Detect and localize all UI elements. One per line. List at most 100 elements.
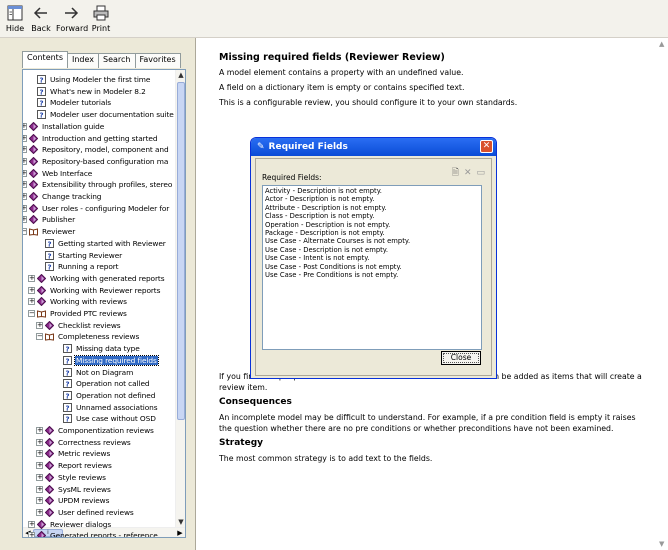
expand-icon[interactable]: +	[23, 204, 27, 212]
tree-item[interactable]: ? Starting Reviewer	[45, 250, 123, 261]
expand-icon[interactable]: +	[36, 321, 43, 329]
back-button[interactable]: Back	[30, 3, 52, 37]
expand-icon[interactable]: +	[23, 146, 27, 154]
tree-item[interactable]: Introduction and getting started	[29, 133, 158, 144]
expand-icon[interactable]: +	[28, 286, 35, 294]
tree-item[interactable]: ? Modeler user documentation suite	[37, 109, 175, 120]
tree-item[interactable]: Repository-based configuration ma	[29, 156, 169, 167]
tab-search[interactable]: Search	[98, 53, 136, 68]
expand-icon[interactable]: +	[36, 508, 43, 516]
tree-item[interactable]: Provided PTC reviews	[37, 308, 128, 319]
tree-item-label: Generated reports - reference	[50, 531, 158, 538]
tree-item[interactable]: User roles - configuring Modeler for	[29, 203, 170, 214]
dialog-close-button: Close	[441, 351, 481, 365]
tree-item[interactable]: Repository, model, component and	[29, 144, 170, 155]
tree-item[interactable]: ? Getting started with Reviewer	[45, 238, 167, 249]
svg-text:?: ?	[40, 76, 44, 84]
expand-icon[interactable]: +	[36, 485, 43, 493]
tree-item[interactable]: Extensibility through profiles, stereo	[29, 179, 173, 190]
dialog-title: Required Fields	[268, 141, 348, 152]
tab-index[interactable]: Index	[66, 53, 100, 68]
scroll-down-icon[interactable]: ▼	[176, 517, 185, 527]
tree-item[interactable]: Componentization reviews	[45, 425, 155, 436]
expand-icon[interactable]: +	[23, 122, 27, 130]
expand-icon[interactable]: +	[23, 193, 27, 200]
expand-icon[interactable]: +	[36, 473, 43, 481]
expand-icon[interactable]: +	[36, 450, 43, 458]
required-field-item: Class - Description is not empty.	[265, 212, 375, 221]
help-page-icon: ?	[63, 367, 72, 377]
tree-item[interactable]: ? What's new in Modeler 8.2	[37, 86, 147, 97]
tree-item[interactable]: ? Operation not defined	[63, 390, 156, 401]
tree-item[interactable]: ? Modeler tutorials	[37, 97, 112, 108]
tree-item-label: What's new in Modeler 8.2	[50, 86, 146, 96]
scroll-thumb[interactable]	[177, 82, 185, 420]
properties-icon: ▭	[476, 168, 485, 178]
expand-icon[interactable]: +	[23, 181, 27, 189]
expand-icon[interactable]: +	[36, 427, 43, 434]
expand-icon[interactable]: +	[23, 169, 27, 177]
tree-item[interactable]: Report reviews	[45, 460, 113, 471]
book-icon	[29, 156, 38, 166]
scroll-right-icon[interactable]: ▶	[175, 528, 185, 537]
svg-text:?: ?	[40, 111, 44, 119]
tree-item[interactable]: Reviewer	[29, 226, 76, 237]
expand-icon[interactable]: +	[23, 134, 27, 142]
tree-item[interactable]: ? Operation not called	[63, 378, 151, 389]
expand-icon[interactable]: +	[28, 298, 35, 306]
tree-item[interactable]: Completeness reviews	[45, 331, 140, 342]
scroll-up-icon[interactable]: ▲	[176, 70, 185, 80]
book-icon	[29, 192, 38, 201]
forward-button[interactable]: Forward	[56, 3, 88, 37]
expand-icon[interactable]: +	[23, 157, 27, 165]
tree-item-label: Reviewer	[42, 227, 76, 237]
tree-item[interactable]: ? Missing data type	[63, 343, 141, 354]
tree-item[interactable]: Working with generated reports	[37, 273, 165, 284]
expand-icon[interactable]: +	[28, 274, 35, 282]
tree-item[interactable]: UPDM reviews	[45, 495, 110, 506]
expand-icon[interactable]: +	[36, 497, 43, 505]
book-icon	[45, 426, 54, 435]
tree-item-label: Working with reviews	[50, 297, 127, 307]
expand-icon[interactable]: +	[23, 216, 27, 224]
print-button[interactable]: Print	[90, 3, 112, 37]
tree-vertical-scrollbar[interactable]: ▲ ▼	[175, 70, 185, 527]
tree-item[interactable]: Style reviews	[45, 472, 107, 483]
expand-icon[interactable]: +	[28, 520, 35, 528]
hide-button[interactable]: Hide	[4, 3, 26, 37]
tree-item[interactable]: ? Use case without OSD	[63, 413, 157, 424]
collapse-icon[interactable]: −	[36, 333, 43, 341]
content-scroll-up-icon[interactable]: ▲	[659, 40, 664, 48]
tree-item[interactable]: Checklist reviews	[45, 320, 122, 331]
tree-item[interactable]: Generated reports - reference	[37, 530, 159, 538]
tab-favorites[interactable]: Favorites	[134, 53, 181, 68]
tree-item-label: Unnamed associations	[76, 402, 158, 412]
tab-contents[interactable]: Contents	[22, 51, 68, 68]
collapse-icon[interactable]: −	[23, 228, 27, 236]
expand-icon[interactable]: +	[36, 438, 43, 446]
content-scrollbar[interactable]: ▲ ▼	[658, 38, 668, 550]
tree-item[interactable]: Change tracking	[29, 191, 102, 202]
tree-item[interactable]: ? Running a report	[45, 261, 119, 272]
tree-item[interactable]: Working with Reviewer reports	[37, 285, 161, 296]
tree-item[interactable]: ? Missing required fields	[63, 354, 159, 366]
tree-item[interactable]: Publisher	[29, 214, 76, 225]
tree-item[interactable]: ? Using Modeler the first time	[37, 74, 151, 85]
tree-item[interactable]: User defined reviews	[45, 507, 135, 518]
dialog-toolbar: 🗎 ✕ ▭	[452, 168, 485, 179]
tree-item[interactable]: Web Interface	[29, 168, 93, 179]
tree-item[interactable]: Correctness reviews	[45, 437, 132, 448]
tree-item[interactable]: Working with reviews	[37, 296, 128, 307]
tree-item[interactable]: ? Not on Diagram	[63, 367, 134, 378]
tree-item-label: User roles - configuring Modeler for	[42, 203, 170, 213]
tree-item[interactable]: Reviewer dialogs	[37, 519, 112, 530]
collapse-icon[interactable]: −	[28, 310, 35, 317]
expand-icon[interactable]: +	[28, 532, 35, 537]
tree-item[interactable]: Metric reviews	[45, 448, 111, 459]
content-scroll-down-icon[interactable]: ▼	[659, 540, 664, 548]
expand-icon[interactable]: +	[36, 462, 43, 470]
tree-item[interactable]: Installation guide	[29, 121, 105, 132]
svg-text:?: ?	[40, 100, 44, 108]
tree-item[interactable]: SysML reviews	[45, 484, 112, 495]
tree-item[interactable]: ? Unnamed associations	[63, 402, 159, 413]
